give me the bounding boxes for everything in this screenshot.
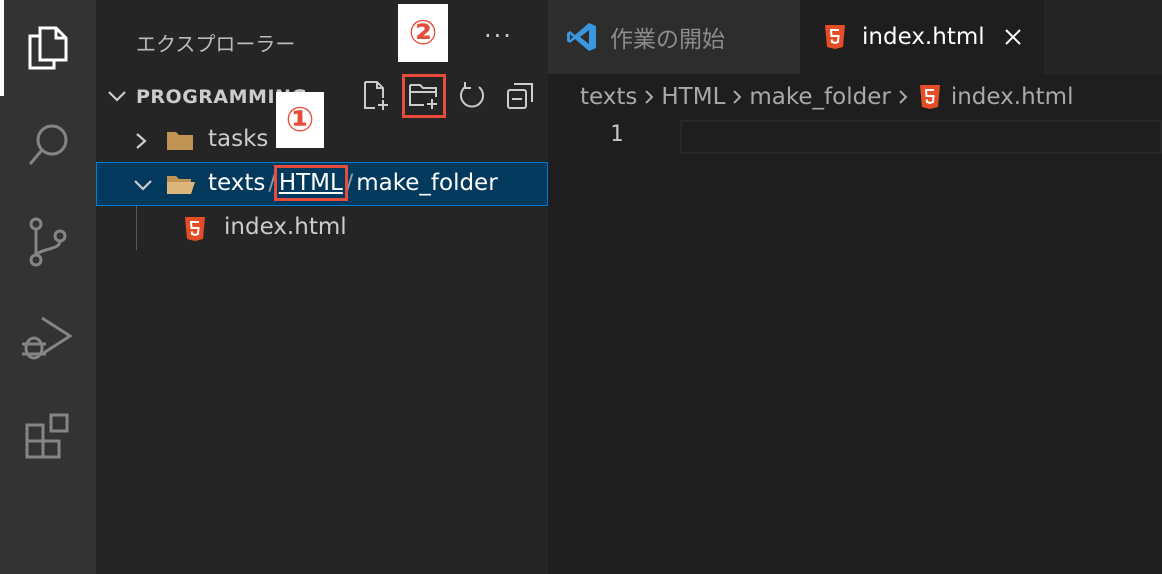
chevron-right-icon: [643, 87, 655, 107]
explorer-icon[interactable]: [0, 0, 96, 96]
tab-index-html[interactable]: index.html: [800, 0, 1044, 74]
tree-item-compact-folder[interactable]: texts / HTML / make_folder: [96, 162, 548, 206]
annotation-badge-2: ②: [398, 4, 448, 62]
tree-item-index-html[interactable]: index.html: [96, 206, 548, 250]
folder-icon: [166, 129, 194, 157]
more-actions-button[interactable]: ···: [484, 22, 513, 50]
refresh-button[interactable]: [454, 78, 490, 114]
refresh-icon: [460, 82, 484, 108]
tab-label: 作業の開始: [610, 27, 725, 53]
new-file-icon: [364, 81, 388, 110]
new-folder-icon: [409, 84, 437, 109]
vscode-icon: [566, 21, 598, 53]
path-segment-html[interactable]: HTML: [273, 165, 348, 201]
run-debug-icon[interactable]: [0, 290, 96, 386]
breadcrumb: texts HTML make_folder index.html: [580, 84, 1073, 110]
chevron-right-icon: [731, 87, 743, 107]
compact-folder-path: texts / HTML / make_folder: [208, 165, 498, 201]
current-line-highlight[interactable]: [680, 120, 1162, 154]
activity-bar: [0, 0, 96, 574]
explorer-title: エクスプローラー: [136, 32, 296, 56]
collapse-all-button[interactable]: [502, 78, 538, 114]
breadcrumb-item[interactable]: index.html: [951, 84, 1074, 110]
section-actions: [358, 74, 538, 118]
path-separator: /: [268, 171, 276, 196]
breadcrumb-item[interactable]: make_folder: [749, 84, 890, 110]
html5-file-icon: [824, 24, 846, 50]
path-separator: /: [345, 171, 354, 196]
explorer-sidebar: エクスプローラー ··· PROGRAMMING tasks texts / H…: [96, 0, 548, 574]
html5-file-icon: [919, 84, 941, 110]
path-segment-make-folder[interactable]: make_folder: [356, 170, 497, 196]
annotation-badge-1: ①: [276, 92, 324, 148]
extensions-icon[interactable]: [0, 388, 96, 484]
source-control-icon[interactable]: [0, 194, 96, 290]
breadcrumb-item[interactable]: HTML: [661, 84, 725, 110]
search-icon[interactable]: [0, 96, 96, 192]
chevron-down-icon: [132, 175, 154, 201]
tree-item-label: index.html: [224, 214, 347, 240]
line-number: 1: [610, 122, 624, 147]
folder-open-icon: [166, 173, 196, 201]
breadcrumb-item[interactable]: texts: [580, 84, 637, 110]
editor-area: 作業の開始 index.html texts HTML make_folder …: [548, 0, 1162, 574]
chevron-down-icon: [106, 86, 128, 110]
chevron-right-icon: [132, 131, 150, 157]
tab-label: index.html: [862, 24, 985, 50]
collapse-all-icon: [507, 83, 533, 109]
new-file-button[interactable]: [358, 78, 394, 114]
chevron-right-icon: [897, 87, 909, 107]
tab-bar: 作業の開始 index.html: [548, 0, 1162, 74]
tree-item-label: tasks: [208, 126, 269, 152]
path-segment-texts[interactable]: texts: [208, 170, 265, 196]
close-icon[interactable]: [1003, 27, 1023, 47]
tab-welcome[interactable]: 作業の開始: [548, 0, 800, 74]
html5-file-icon: [184, 216, 206, 248]
new-folder-button[interactable]: [402, 74, 446, 118]
